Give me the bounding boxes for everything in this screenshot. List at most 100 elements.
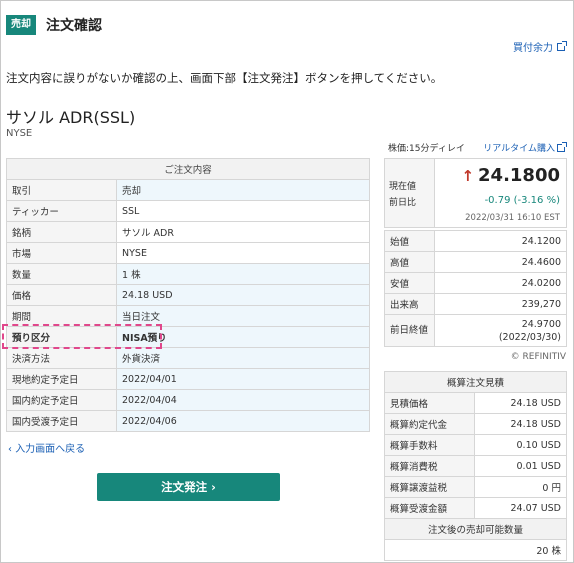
price-change: -0.79 (-3.16 %) xyxy=(484,195,560,206)
table-row: 概算受渡金額 24.07 USD xyxy=(384,497,567,519)
quote-detail-table: 始値 24.1200 高値 24.4600 安値 24.0200 出来高 239,270… xyxy=(384,230,567,347)
row-label: 国内受渡予定日 xyxy=(6,410,117,432)
row-value: 外貨決済 xyxy=(116,347,370,369)
row-label: 概算消費税 xyxy=(384,455,475,477)
row-label: 価格 xyxy=(6,284,117,306)
row-value: 24.18 USD xyxy=(116,284,370,306)
row-value: 24.9700 (2022/03/30) xyxy=(434,314,567,347)
quote-box: 現在値 前日比 ↑ 24.1800 -0.79 (-3.16 %) 2022/03… xyxy=(384,158,567,228)
table-row: 国内約定予定日 2022/04/04 xyxy=(6,389,370,411)
row-value: 239,270 xyxy=(434,293,567,315)
table-row: 価格 24.18 USD xyxy=(6,284,370,306)
row-value: NYSE xyxy=(116,242,370,264)
back-to-input-link[interactable]: ‹ 入力画面へ戻る xyxy=(8,440,85,455)
prev-close-value: 24.9700 xyxy=(521,318,561,330)
quote-labels: 現在値 前日比 xyxy=(385,159,435,227)
row-label: 現地約定予定日 xyxy=(6,368,117,390)
table-row: 高値 24.4600 xyxy=(384,251,567,273)
row-label: 銘柄 xyxy=(6,221,117,243)
price-value: 24.1800 xyxy=(478,165,560,186)
row-value: サソル ADR xyxy=(116,221,370,243)
row-value: 24.07 USD xyxy=(474,497,567,519)
row-label: 市場 xyxy=(6,242,117,264)
table-row: 前日終値 24.9700 (2022/03/30) xyxy=(384,314,567,347)
estimate-title: 概算注文見積 xyxy=(384,371,567,393)
order-details-table: ご注文内容 取引 売却 ティッカー SSL 銘柄 サソル ADR 市場 NYSE 数量 1… xyxy=(6,158,370,432)
row-value: 24.0200 xyxy=(434,272,567,294)
realtime-purchase-link[interactable]: リアルタイム購入 xyxy=(483,141,567,154)
row-value: SSL xyxy=(116,200,370,222)
table-row: 概算約定代金 24.18 USD xyxy=(384,413,567,435)
row-label: 概算譲渡益税 xyxy=(384,476,475,498)
stock-name: サソル ADR(SSL) xyxy=(6,108,136,127)
row-label: 国内約定予定日 xyxy=(6,389,117,411)
row-label: ティッカー xyxy=(6,200,117,222)
row-value: 24.1200 xyxy=(434,230,567,252)
prev-close-date: (2022/03/30) xyxy=(498,331,561,343)
buying-power-label[interactable]: 買付余力 xyxy=(513,39,553,54)
order-table-title: ご注文内容 xyxy=(6,158,370,180)
table-row: 現地約定予定日 2022/04/01 xyxy=(6,368,370,390)
table-row: 決済方法 外貨決済 xyxy=(6,347,370,369)
sell-badge: 売却 xyxy=(6,15,36,35)
row-value: 24.18 USD xyxy=(474,413,567,435)
data-source-credit: © REFINITIV xyxy=(510,352,566,362)
row-label: 決済方法 xyxy=(6,347,117,369)
row-value: 0.10 USD xyxy=(474,434,567,456)
table-row: 見積価格 24.18 USD xyxy=(384,392,567,414)
row-label: 安値 xyxy=(384,272,435,294)
table-row: 取引 売却 xyxy=(6,179,370,201)
instruction-text: 注文内容に誤りがないか確認の上、画面下部【注文発注】ボタンを押してください。 xyxy=(6,71,443,85)
table-row: 始値 24.1200 xyxy=(384,230,567,252)
quote-timestamp: 2022/03/31 16:10 EST xyxy=(465,213,560,223)
table-row: 市場 NYSE xyxy=(6,242,370,264)
row-value: 2022/04/04 xyxy=(116,389,370,411)
current-price-label: 現在値 xyxy=(389,182,417,192)
nisa-highlight-box xyxy=(2,324,162,349)
table-row: 概算譲渡益税 0 円 xyxy=(384,476,567,498)
external-link-icon xyxy=(557,40,567,51)
row-value: 24.4600 xyxy=(434,251,567,273)
row-label: 概算手数料 xyxy=(384,434,475,456)
stock-market: NYSE xyxy=(6,128,33,139)
realtime-link-label[interactable]: リアルタイム購入 xyxy=(483,141,555,154)
change-label: 前日比 xyxy=(389,198,417,208)
table-row: 銘柄 サソル ADR xyxy=(6,221,370,243)
price-delay-note: 株価:15分ディレイ xyxy=(388,144,465,154)
estimate-table: 概算注文見積 見積価格 24.18 USD 概算約定代金 24.18 USD 概算手… xyxy=(384,371,567,561)
table-row: 国内受渡予定日 2022/04/06 xyxy=(6,410,370,432)
sellable-value: 20 株 xyxy=(384,539,567,561)
row-value: 1 株 xyxy=(116,263,370,285)
page-title: 注文確認 xyxy=(46,18,102,34)
row-label: 数量 xyxy=(6,263,117,285)
buying-power-link[interactable]: 買付余力 xyxy=(513,39,567,54)
table-row: 概算手数料 0.10 USD xyxy=(384,434,567,456)
row-label: 始値 xyxy=(384,230,435,252)
row-value: 24.18 USD xyxy=(474,392,567,414)
table-row: 出来高 239,270 xyxy=(384,293,567,315)
row-label: 概算受渡金額 xyxy=(384,497,475,519)
sellable-title: 注文後の売却可能数量 xyxy=(384,518,567,540)
table-row: ティッカー SSL xyxy=(6,200,370,222)
table-row: 概算消費税 0.01 USD xyxy=(384,455,567,477)
arrow-up-icon: ↑ xyxy=(461,167,475,185)
table-row: 20 株 xyxy=(384,539,567,561)
table-row: 安値 24.0200 xyxy=(384,272,567,294)
row-label: 取引 xyxy=(6,179,117,201)
row-value: 売却 xyxy=(116,179,370,201)
submit-order-button[interactable]: 注文発注 › xyxy=(97,473,280,501)
row-label: 概算約定代金 xyxy=(384,413,475,435)
table-row: 数量 1 株 xyxy=(6,263,370,285)
row-label: 見積価格 xyxy=(384,392,475,414)
current-price: ↑ 24.1800 xyxy=(461,165,560,186)
row-value: 0 円 xyxy=(474,476,567,498)
row-label: 前日終値 xyxy=(384,314,435,347)
row-label: 出来高 xyxy=(384,293,435,315)
external-link-icon xyxy=(557,141,567,152)
row-label: 高値 xyxy=(384,251,435,273)
row-value: 2022/04/06 xyxy=(116,410,370,432)
row-value: 2022/04/01 xyxy=(116,368,370,390)
back-link-label[interactable]: 入力画面へ戻る xyxy=(15,444,85,455)
page-header: 売却 注文確認 xyxy=(6,14,102,36)
row-value: 0.01 USD xyxy=(474,455,567,477)
